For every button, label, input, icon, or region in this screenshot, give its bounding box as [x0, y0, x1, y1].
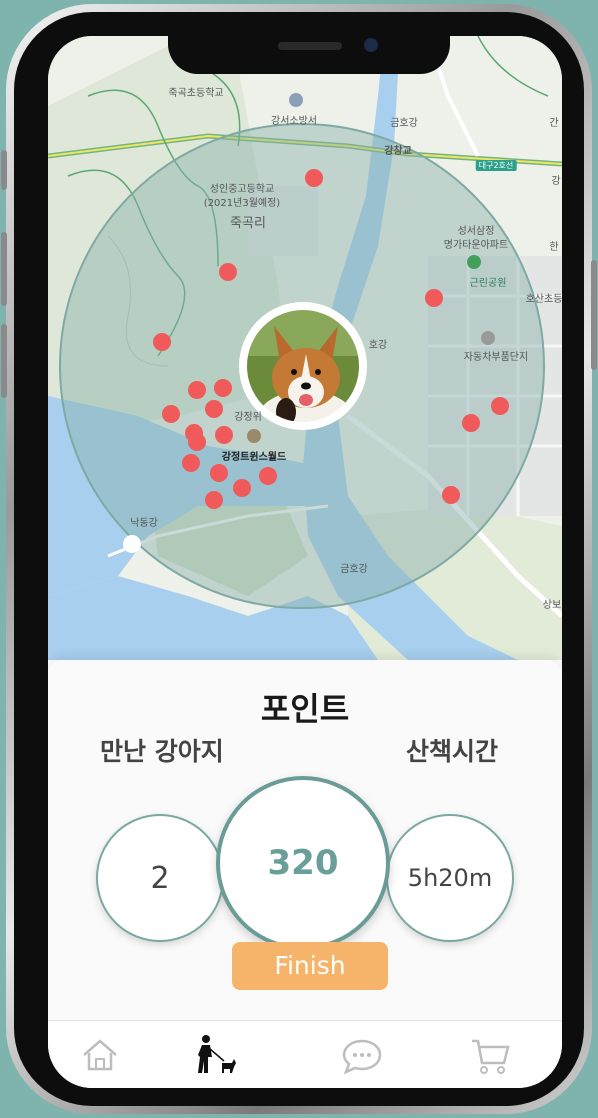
fire-station-icon	[289, 93, 303, 107]
dog-marker	[162, 405, 180, 423]
industrial-complex-icon	[481, 331, 495, 345]
speaker-grille	[278, 42, 342, 50]
dog-marker	[219, 263, 237, 281]
map-label-nakdong-river: 낙동강	[130, 518, 158, 529]
dog-marker	[425, 289, 443, 307]
dogs-met-circle: 2	[96, 814, 224, 942]
dog-marker	[205, 491, 223, 509]
dog-marker	[259, 467, 277, 485]
walk-map[interactable]: 죽곡초등학교 강서소방서 금호강 강창교 대구2호선 강 간 성인중고등학교 (…	[48, 36, 562, 660]
map-label-seongin-school: 성인중고등학교	[209, 184, 275, 195]
dog-marker	[188, 433, 206, 451]
map-label-gangchang-bridge: 강창교	[384, 146, 412, 157]
dog-walk-icon[interactable]	[194, 1033, 238, 1077]
park-icon	[467, 255, 481, 269]
dogs-met-label: 만난 강아지	[100, 737, 224, 766]
phone-notch	[168, 28, 450, 74]
dog-marker	[491, 397, 509, 415]
map-label-seongseo-apt-1: 성서삼정	[457, 226, 495, 237]
cart-icon[interactable]	[468, 1033, 512, 1077]
walk-time-value: 5h20m	[407, 864, 493, 892]
walk-time-circle: 5h20m	[386, 814, 514, 942]
dog-marker	[233, 479, 251, 497]
bottom-tab-bar	[48, 1020, 562, 1088]
map-label-gangjeong-short: 강정위	[234, 412, 262, 423]
dog-marker	[182, 454, 200, 472]
walk-time-label: 산책시간	[406, 737, 499, 766]
map-label-gan-right-top: 간	[549, 118, 559, 129]
map-label-auto-parts: 자동차부품단지	[463, 352, 529, 363]
points-title: 포인트	[260, 690, 350, 728]
map-label-hosan-school: 호산초등	[525, 294, 562, 305]
gangjeong-weir-icon	[247, 429, 261, 443]
dog-marker	[462, 414, 480, 432]
points-circle: 320	[216, 776, 390, 950]
finish-button[interactable]: Finish	[232, 942, 388, 990]
dog-marker	[153, 333, 171, 351]
points-value: 320	[267, 843, 339, 883]
mute-switch	[1, 150, 7, 190]
dog-marker	[215, 426, 233, 444]
map-label-sangbo: 상보	[542, 600, 562, 611]
dogs-met-value: 2	[150, 860, 170, 896]
volume-down-button	[1, 324, 7, 398]
map-label-gang-right: 강	[551, 176, 561, 187]
dog-marker	[210, 464, 228, 482]
map-label-neighborhood-park: 근린공원	[469, 278, 507, 289]
dog-marker	[305, 169, 323, 187]
map-label-gangjeong-weir: 강정트윈스월드	[221, 452, 287, 463]
dog-marker	[442, 486, 460, 504]
map-label-geumho-bottom: 금호강	[340, 564, 368, 575]
chat-icon[interactable]	[340, 1033, 384, 1077]
map-label-road-badge: 대구2호선	[475, 160, 517, 171]
power-button	[591, 260, 597, 370]
map-label-han: 한	[549, 242, 559, 253]
map-label-juk-school: 죽곡초등학교	[168, 88, 224, 99]
map-label-seongseo-apt-2: 명가타운아파트	[443, 240, 509, 251]
home-icon[interactable]	[78, 1033, 122, 1077]
app-screen: 죽곡초등학교 강서소방서 금호강 강창교 대구2호선 강 간 성인중고등학교 (…	[48, 36, 562, 1088]
dog-marker	[205, 400, 223, 418]
map-label-opening-note: (2021년3월예정)	[203, 198, 281, 209]
map-label-geumho-mid: 호강	[368, 340, 388, 351]
dog-marker	[214, 379, 232, 397]
front-camera	[364, 38, 378, 52]
dog-marker	[188, 381, 206, 399]
walk-stats-panel: 포인트 만난 강아지 산책시간 2 5h20m 320 Finish	[48, 660, 562, 1020]
map-label-fire-station: 강서소방서	[271, 116, 317, 127]
map-label-jukgok-ri: 죽곡리	[230, 216, 266, 231]
map-label-geumho-top: 금호강	[390, 118, 418, 129]
bridge-marker-icon	[123, 535, 141, 553]
volume-up-button	[1, 232, 7, 306]
